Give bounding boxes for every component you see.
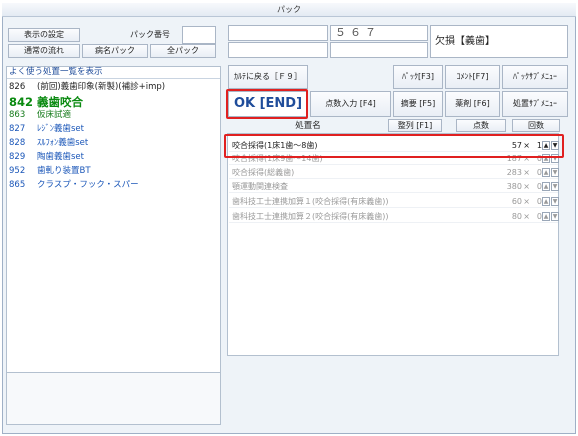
sort-f1-button[interactable]: 整列 [F1] (388, 119, 442, 132)
row-highlight (224, 134, 564, 158)
list-item[interactable]: 952 歯軋り装置BT (9, 166, 91, 177)
ok-button-highlight (226, 89, 308, 119)
decrement-button[interactable]: ▼ (551, 212, 559, 221)
column-header-name: 処置名 (295, 121, 321, 131)
info-field-2 (228, 42, 328, 58)
info-field-1 (228, 25, 328, 41)
status-display: 欠損【義歯】 (430, 25, 568, 58)
decrement-button[interactable]: ▼ (551, 168, 559, 177)
list-item[interactable]: 829 陶歯義歯set (9, 152, 84, 163)
list-item[interactable]: 863 仮床試適 (9, 110, 71, 121)
treatment-sub-menu-button[interactable]: 処置ｻﾌﾞﾒﾆｭｰ (502, 91, 568, 117)
list-item[interactable]: 827 ﾚｼﾞﾝ義歯set (9, 124, 84, 135)
tooth-number-display: ５６７ (330, 25, 428, 41)
pack-number-label: パック番号 (130, 30, 170, 39)
decrement-button[interactable]: ▼ (551, 182, 559, 191)
list-item[interactable]: 828 ｽﾙﾌｫﾝ義歯set (9, 138, 88, 149)
table-row[interactable]: 咬合採得(総義歯) 283 × 0 ▲ ▼ (229, 167, 559, 179)
drug-f6-button[interactable]: 薬剤 [F6] (445, 91, 500, 117)
increment-button[interactable]: ▲ (542, 182, 550, 191)
normal-flow-button[interactable]: 通常の流れ (8, 44, 80, 58)
display-settings-button[interactable]: 表示の設定 (8, 28, 80, 42)
frequent-treatments-header[interactable]: よく使う処置一覧を表示 (7, 66, 220, 79)
points-header-button[interactable]: 点数 (456, 119, 506, 132)
increment-button[interactable]: ▲ (542, 212, 550, 221)
pack-f3-button[interactable]: ﾊﾟｯｸ[F3] (393, 65, 443, 89)
table-row[interactable]: 顎運動関連検査 380 × 0 ▲ ▼ (229, 181, 559, 193)
increment-button[interactable]: ▲ (542, 168, 550, 177)
count-header-button[interactable]: 回数 (512, 119, 560, 132)
list-item-selected[interactable]: 842 義歯咬合 (9, 95, 83, 109)
all-pack-button[interactable]: 全パック (150, 44, 216, 58)
list-item[interactable]: 826 (前回)義歯印象(新製)(補診+imp) (9, 82, 165, 93)
decrement-button[interactable]: ▼ (551, 197, 559, 206)
increment-button[interactable]: ▲ (542, 197, 550, 206)
pack-number-input[interactable] (182, 26, 216, 44)
points-input-button[interactable]: 点数入力 [F4] (310, 91, 391, 117)
lower-panel (7, 372, 220, 424)
summary-f5-button[interactable]: 摘要 [F5] (393, 91, 443, 117)
pack-sub-menu-button[interactable]: ﾊﾟｯｸｻﾌﾞﾒﾆｭｰ (502, 65, 568, 89)
table-row[interactable]: 歯科技工士連携加算２(咬合採得(有床義歯)) 80 × 0 ▲ ▼ (229, 211, 559, 223)
disease-pack-button[interactable]: 病名パック (82, 44, 148, 58)
info-field-3 (330, 42, 428, 58)
comment-f7-button[interactable]: ｺﾒﾝﾄ[F7] (445, 65, 500, 89)
list-item[interactable]: 865 クラスプ・フック・スパー (9, 180, 139, 191)
table-row[interactable]: 歯科技工士連携加算１(咬合採得(有床義歯)) 60 × 0 ▲ ▼ (229, 196, 559, 208)
back-to-chart-button[interactable]: ｶﾙﾃに戻る［Ｆ９］ (228, 65, 308, 89)
window-title: パック (2, 3, 576, 17)
